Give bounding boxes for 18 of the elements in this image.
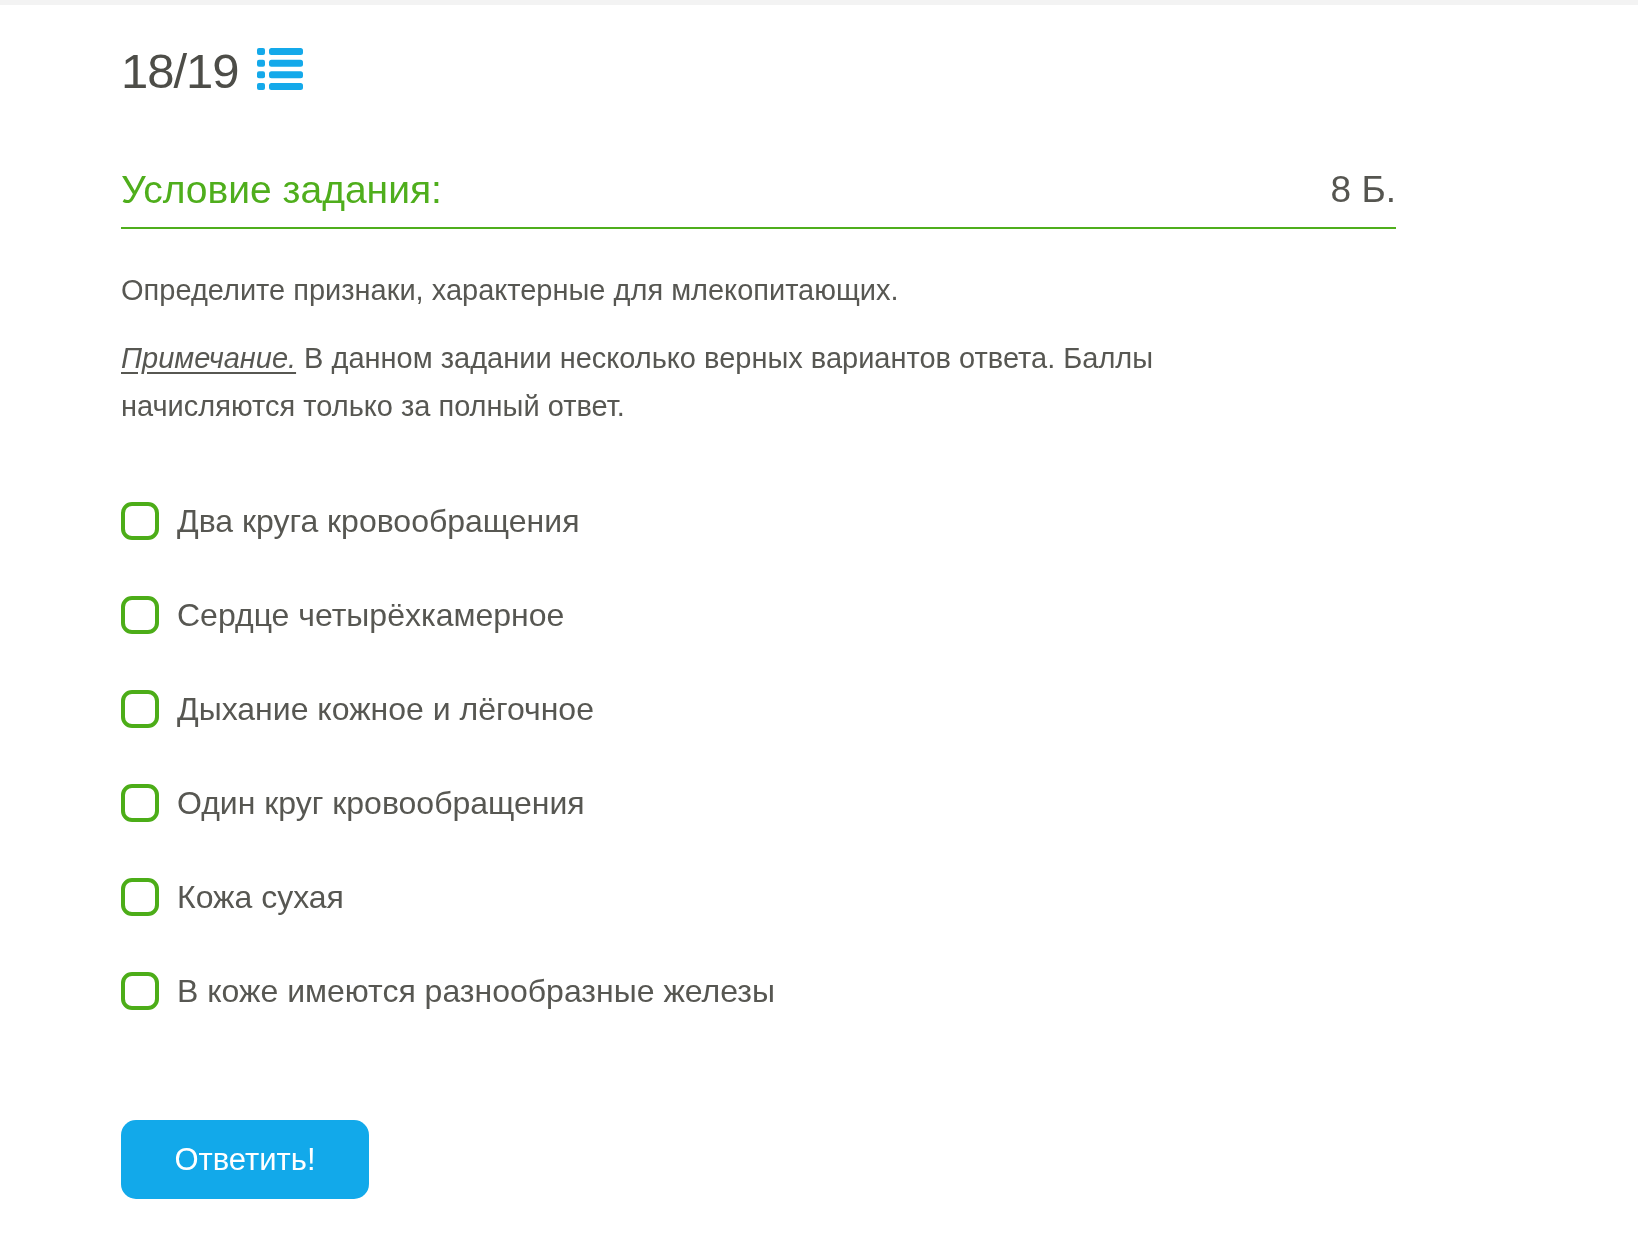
checkbox[interactable] (121, 784, 159, 822)
question-counter: 18/19 (121, 46, 239, 96)
list-icon[interactable] (256, 48, 303, 90)
note-text: Примечание. В данном задании несколько верных вариантов ответа. Баллы начисляются только за полный ответ. (121, 341, 1155, 424)
checkbox[interactable] (121, 972, 159, 1010)
question-text: Определите признаки, характерные для млекопитающих. (121, 273, 900, 308)
checkbox[interactable] (121, 878, 159, 916)
checkbox[interactable] (121, 690, 159, 728)
option-label[interactable]: Кожа сухая (177, 874, 344, 920)
task-points: 8 Б. (1330, 168, 1396, 212)
checkbox[interactable] (121, 596, 159, 634)
option-label[interactable]: Один круг кровообращения (177, 780, 585, 826)
option-label[interactable]: Два круга кровообращения (177, 498, 580, 544)
option-label[interactable]: В коже имеются разнообразные железы (177, 968, 775, 1014)
task-heading: Условие задания: (121, 167, 442, 213)
option-label[interactable]: Сердце четырёхкамерное (177, 592, 565, 638)
option-label[interactable]: Дыхание кожное и лёгочное (177, 686, 594, 732)
checkbox[interactable] (121, 502, 159, 540)
